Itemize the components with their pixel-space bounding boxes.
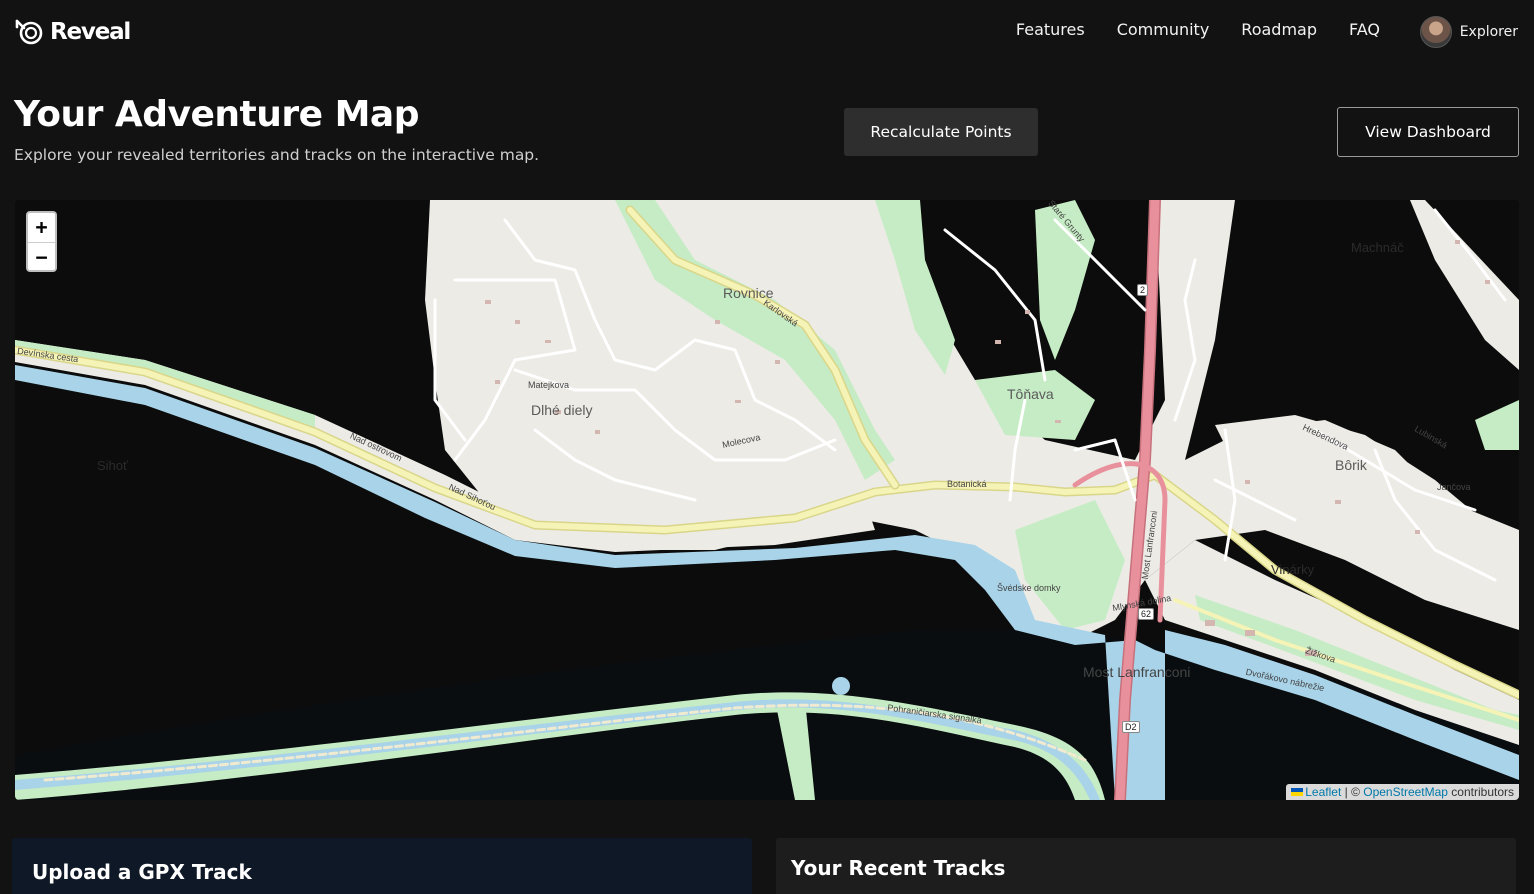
zoom-in-button[interactable]: + xyxy=(28,213,55,242)
map-label-tonava: Tôňava xyxy=(1007,386,1054,402)
map-label-borik: Bôrik xyxy=(1335,457,1367,473)
street-matejkova: Matejkova xyxy=(528,380,570,390)
road-shield-62: 62 xyxy=(1138,608,1155,620)
zoom-control: + − xyxy=(26,211,57,272)
leaflet-link[interactable]: Leaflet xyxy=(1305,785,1341,799)
street-botanicka: Botanická xyxy=(947,479,987,489)
user-name: Explorer xyxy=(1459,24,1518,40)
street-svedske-domky: Švédske domky xyxy=(997,583,1061,593)
upload-gpx-title: Upload a GPX Track xyxy=(32,860,252,884)
recent-tracks-title: Your Recent Tracks xyxy=(791,856,1006,880)
map-label-sihot: Sihoť xyxy=(97,458,128,473)
view-dashboard-button[interactable]: View Dashboard xyxy=(1337,107,1519,157)
nav-link-faq[interactable]: FAQ xyxy=(1349,20,1380,39)
attribution-separator: | © xyxy=(1341,785,1364,799)
recent-tracks-card: Your Recent Tracks xyxy=(776,838,1516,894)
brand-name: Reveal xyxy=(50,19,131,45)
road-shield-2: 2 xyxy=(1137,284,1149,296)
street-jancova: Jančova xyxy=(1437,482,1471,492)
openstreetmap-link[interactable]: OpenStreetMap xyxy=(1363,785,1448,799)
nav-links: Features Community Roadmap FAQ xyxy=(1016,20,1380,39)
page-subtitle: Explore your revealed territories and tr… xyxy=(14,146,540,164)
upload-gpx-card: Upload a GPX Track xyxy=(12,838,752,894)
zoom-out-button[interactable]: − xyxy=(28,242,55,270)
reveal-logo-icon xyxy=(15,19,43,45)
nav-link-community[interactable]: Community xyxy=(1117,20,1210,39)
recalculate-points-button[interactable]: Recalculate Points xyxy=(844,108,1038,156)
ukraine-flag-icon xyxy=(1291,788,1304,796)
map-label-most-lanfranconi: Most Lanfranconi xyxy=(1083,664,1191,680)
road-shield-d2: D2 xyxy=(1122,721,1140,733)
top-nav: Reveal Features Community Roadmap FAQ Ex… xyxy=(0,0,1534,64)
map-label-vinarky: Vinárky xyxy=(1271,562,1315,577)
nav-link-features[interactable]: Features xyxy=(1016,20,1085,39)
map-label-dlhe-diely: Dlhé diely xyxy=(531,402,593,418)
nav-link-roadmap[interactable]: Roadmap xyxy=(1241,20,1317,39)
map-label-machnac: Machnáč xyxy=(1351,240,1404,255)
adventure-map[interactable]: Rovnice Dlhé diely Tôňava Bôrik Most Lan… xyxy=(15,200,1519,800)
map-attribution: Leaflet | © OpenStreetMap contributors xyxy=(1286,784,1519,800)
user-menu[interactable]: Explorer xyxy=(1419,16,1518,48)
brand-logo[interactable]: Reveal xyxy=(14,16,131,48)
page-title: Your Adventure Map xyxy=(14,94,419,135)
avatar xyxy=(1419,16,1452,48)
attribution-suffix: contributors xyxy=(1447,785,1514,799)
